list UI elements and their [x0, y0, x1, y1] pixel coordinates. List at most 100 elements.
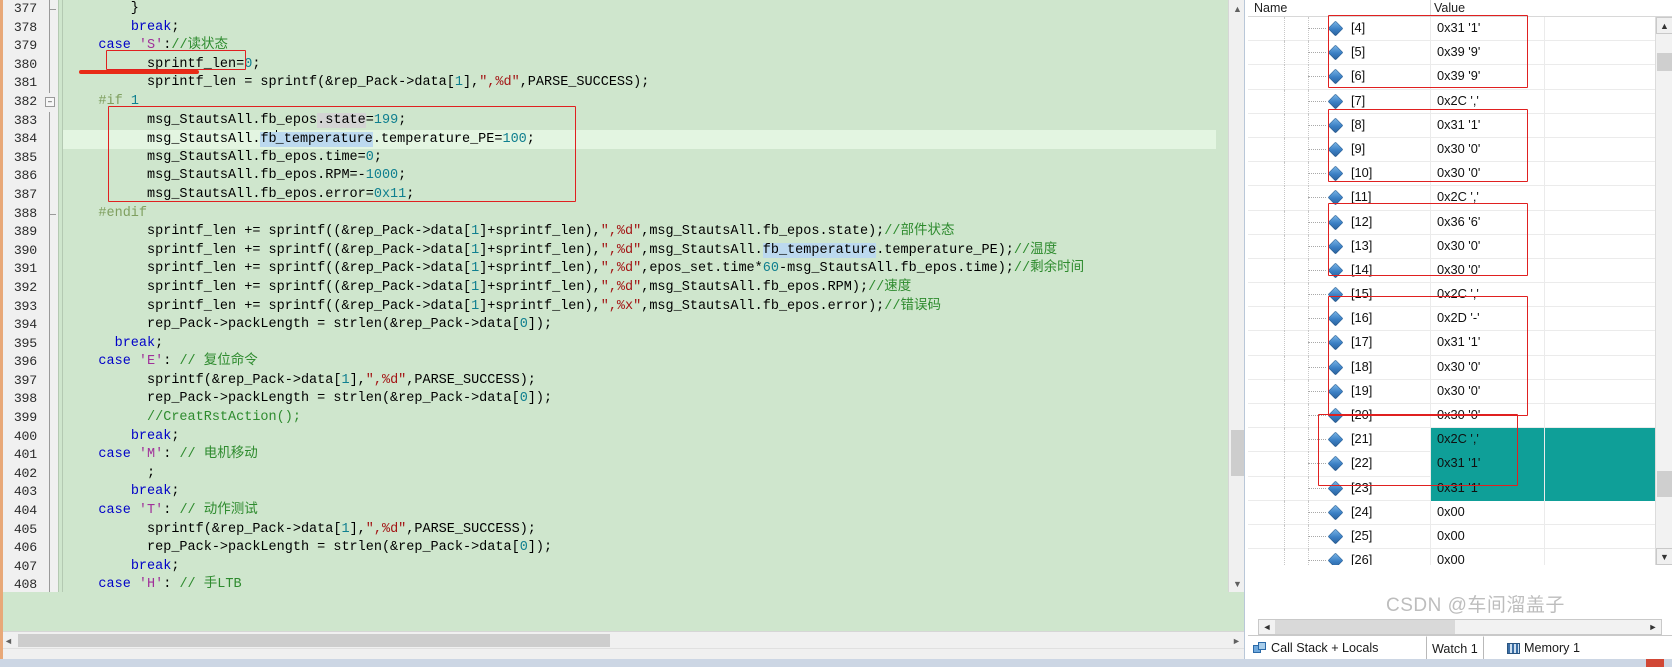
- watch-scroll-right-icon[interactable]: ►: [1645, 620, 1661, 634]
- fold-margin[interactable]: [42, 371, 58, 391]
- code-text[interactable]: msg_StautsAll.fb_epos.state=199;: [66, 112, 406, 131]
- scroll-down-icon[interactable]: ▼: [1229, 575, 1244, 592]
- table-row[interactable]: [6] 0x39 '9': [1248, 65, 1672, 90]
- fold-margin[interactable]: [42, 130, 58, 149]
- variable-name[interactable]: [19]: [1351, 383, 1372, 398]
- code-line[interactable]: 391 sprintf_len += sprintf((&rep_Pack->d…: [0, 260, 1216, 279]
- code-line[interactable]: 381 sprintf_len = sprintf(&rep_Pack->dat…: [0, 74, 1216, 93]
- variable-value[interactable]: 0x30 '0': [1434, 262, 1483, 277]
- code-text[interactable]: case 'H': // 手LTB: [66, 576, 241, 592]
- tab-watch-1[interactable]: Watch 1: [1426, 636, 1484, 660]
- fold-margin[interactable]: [42, 0, 58, 19]
- code-line[interactable]: 386 msg_StautsAll.fb_epos.RPM=-1000;: [0, 167, 1216, 186]
- variable-value[interactable]: 0x30 '0': [1434, 383, 1483, 398]
- code-text[interactable]: case 'S'://读状态: [66, 37, 228, 56]
- code-text[interactable]: rep_Pack->packLength = strlen(&rep_Pack-…: [66, 539, 552, 558]
- variable-value[interactable]: 0x31 '1': [1434, 455, 1483, 470]
- editor-horizontal-scrollbar[interactable]: ◄ ►: [0, 631, 1244, 649]
- variable-value[interactable]: 0x00: [1434, 504, 1468, 519]
- watch-scrollbar-thumb[interactable]: [1657, 53, 1672, 71]
- code-text[interactable]: sprintf_len = sprintf(&rep_Pack->data[1]…: [66, 74, 649, 93]
- code-lines-container[interactable]: 377 } 378 break; 379 case 'S'://读状态 380 spr…: [0, 0, 1216, 592]
- fold-margin[interactable]: [42, 260, 58, 279]
- variable-value[interactable]: 0x30 '0': [1434, 359, 1483, 374]
- variable-name[interactable]: [13]: [1351, 238, 1372, 253]
- code-editor-body[interactable]: 377 } 378 break; 379 case 'S'://读状态 380 spr…: [0, 0, 1244, 592]
- fold-margin[interactable]: [42, 390, 58, 410]
- code-text[interactable]: break;: [66, 558, 180, 577]
- table-row[interactable]: [12] 0x36 '6': [1248, 210, 1672, 235]
- variable-name[interactable]: [18]: [1351, 359, 1372, 374]
- code-text[interactable]: msg_StautsAll.fb_epos.time=0;: [66, 149, 382, 168]
- watch-scroll-down-icon[interactable]: ▼: [1656, 548, 1672, 565]
- code-text[interactable]: case 'M': // 电机移动: [66, 446, 257, 465]
- table-row[interactable]: [15] 0x2C ',': [1248, 283, 1672, 308]
- code-line[interactable]: 382– #if 1: [0, 92, 1216, 112]
- variable-name[interactable]: [26]: [1351, 552, 1372, 565]
- variable-value[interactable]: 0x39 '9': [1434, 44, 1483, 59]
- variable-value[interactable]: 0x2C ',': [1434, 189, 1482, 204]
- variable-value[interactable]: 0x30 '0': [1434, 238, 1483, 253]
- fold-margin[interactable]: [42, 74, 58, 93]
- table-row[interactable]: [8] 0x31 '1': [1248, 113, 1672, 138]
- table-row[interactable]: [22] 0x31 '1': [1248, 452, 1672, 477]
- code-line[interactable]: 402 ;: [0, 464, 1216, 484]
- close-button[interactable]: [1646, 659, 1664, 667]
- variable-value[interactable]: 0x2C ',': [1434, 93, 1482, 108]
- code-line[interactable]: 404 case 'T': // 动作测试: [0, 502, 1216, 521]
- fold-margin[interactable]: [42, 316, 58, 335]
- fold-margin[interactable]: [42, 167, 58, 186]
- code-text[interactable]: sprintf_len += sprintf((&rep_Pack->data[…: [66, 298, 941, 317]
- variable-name[interactable]: [23]: [1351, 480, 1372, 495]
- code-line[interactable]: 408 case 'H': // 手LTB: [0, 576, 1216, 592]
- code-text[interactable]: ;: [66, 465, 155, 484]
- watch-vertical-scrollbar[interactable]: ▲ ▼: [1655, 17, 1672, 565]
- variable-name[interactable]: [11]: [1351, 189, 1371, 204]
- code-line[interactable]: 385 msg_StautsAll.fb_epos.time=0;: [0, 148, 1216, 168]
- code-text[interactable]: break;: [66, 483, 180, 502]
- code-line[interactable]: 394 rep_Pack->packLength = strlen(&rep_P…: [0, 316, 1216, 335]
- code-line[interactable]: 384 msg_StautsAll.fb_temperature.tempera…: [0, 130, 1216, 149]
- table-row[interactable]: [7] 0x2C ',': [1248, 89, 1672, 114]
- code-line[interactable]: 393 sprintf_len += sprintf((&rep_Pack->d…: [0, 297, 1216, 317]
- code-line[interactable]: 377 }: [0, 0, 1216, 19]
- fold-margin[interactable]: [42, 297, 58, 317]
- table-row[interactable]: [17] 0x31 '1': [1248, 331, 1672, 356]
- code-line[interactable]: 388 #endif: [0, 204, 1216, 224]
- table-row[interactable]: [4] 0x31 '1': [1248, 17, 1672, 42]
- variable-value[interactable]: 0x31 '1': [1434, 480, 1483, 495]
- code-line[interactable]: 400 break;: [0, 427, 1216, 447]
- table-row[interactable]: [14] 0x30 '0': [1248, 258, 1672, 284]
- code-text[interactable]: #if 1: [66, 93, 139, 112]
- fold-margin[interactable]: [42, 502, 58, 521]
- code-line[interactable]: 407 break;: [0, 557, 1216, 577]
- minimize-button[interactable]: [1610, 659, 1626, 667]
- debug-panel-tabs[interactable]: Call Stack + Locals Watch 1 Memory 1: [1248, 635, 1672, 660]
- scroll-right-icon[interactable]: ►: [1228, 632, 1244, 649]
- fold-margin[interactable]: [42, 464, 58, 484]
- fold-margin[interactable]: [42, 111, 58, 131]
- fold-margin[interactable]: [42, 353, 58, 372]
- variable-name[interactable]: [10]: [1351, 165, 1372, 180]
- variable-name[interactable]: [15]: [1351, 286, 1372, 301]
- code-text[interactable]: break;: [66, 428, 180, 447]
- variable-value[interactable]: 0x2C ',': [1434, 431, 1482, 446]
- variable-name[interactable]: [16]: [1351, 310, 1372, 325]
- table-row[interactable]: [10] 0x30 '0': [1248, 162, 1672, 187]
- code-line[interactable]: 399 //CreatRstAction();: [0, 409, 1216, 428]
- code-line[interactable]: 395 break;: [0, 334, 1216, 354]
- fold-margin[interactable]: [42, 18, 58, 38]
- code-line[interactable]: 390 sprintf_len += sprintf((&rep_Pack->d…: [0, 241, 1216, 261]
- code-text[interactable]: break;: [66, 19, 180, 38]
- code-line[interactable]: 403 break;: [0, 483, 1216, 503]
- variable-value[interactable]: 0x2C ',': [1434, 286, 1482, 301]
- watch-horizontal-scrollbar[interactable]: ◄ ►: [1258, 619, 1662, 635]
- code-line[interactable]: 397 sprintf(&rep_Pack->data[1],",%d",PAR…: [0, 371, 1216, 391]
- table-row[interactable]: [20] 0x30 '0': [1248, 404, 1672, 429]
- code-line[interactable]: 389 sprintf_len += sprintf((&rep_Pack->d…: [0, 223, 1216, 242]
- code-line[interactable]: 406 rep_Pack->packLength = strlen(&rep_P…: [0, 539, 1216, 558]
- watch-scrollbar-thumb-2[interactable]: [1657, 471, 1672, 497]
- code-text[interactable]: case 'E': // 复位命令: [66, 353, 257, 372]
- code-text[interactable]: sprintf_len += sprintf((&rep_Pack->data[…: [66, 223, 954, 242]
- table-row[interactable]: [13] 0x30 '0': [1248, 234, 1672, 259]
